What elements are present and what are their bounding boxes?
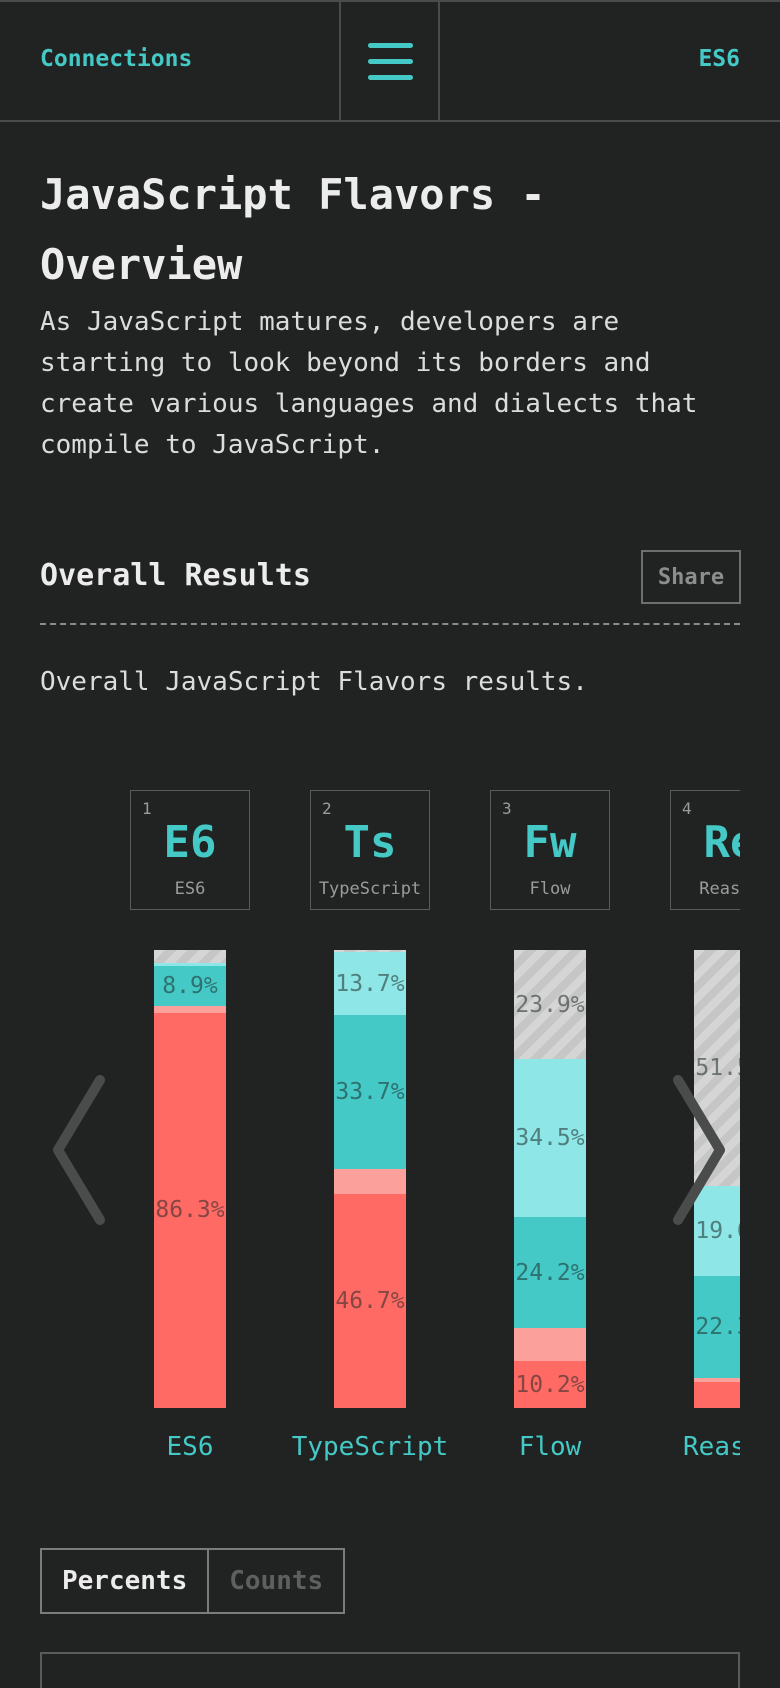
bar-segment[interactable]: 8.9% xyxy=(154,965,226,1007)
tile-name: ES6 xyxy=(174,879,206,899)
data-label: 33.7% xyxy=(335,1079,405,1106)
tile-abbreviation: Ts xyxy=(343,817,397,868)
bar-segment[interactable]: 86.3% xyxy=(154,1012,226,1408)
chevron-left-icon[interactable] xyxy=(50,1075,110,1225)
connections-link[interactable]: Connections xyxy=(40,46,192,72)
bar-segment[interactable]: 23.9% xyxy=(514,950,586,1060)
intro-text: As JavaScript matures, developers are st… xyxy=(40,307,698,460)
results-panel xyxy=(40,1652,740,1688)
data-label: 23.9% xyxy=(515,991,585,1018)
flavor-tile[interactable]: 4 Re Reason xyxy=(670,790,740,910)
stacked-bar-chart: 1 E6 ES6 8.9% 86.3% ES6 2 Ts TypeScript 13.7% 33.7… xyxy=(130,780,740,1480)
tile-rank: 1 xyxy=(142,799,152,818)
section-description: Overall JavaScript Flavors results. xyxy=(40,667,588,697)
bar-column: 8.9% 86.3% xyxy=(154,950,226,1408)
flavor-tile[interactable]: 3 Fw Flow xyxy=(490,790,610,910)
tile-rank: 4 xyxy=(682,799,692,818)
bar-segment[interactable] xyxy=(694,1381,740,1408)
share-button[interactable]: Share xyxy=(641,550,741,604)
tile-abbreviation: Re xyxy=(703,817,741,868)
flavor-tile[interactable]: 2 Ts TypeScript xyxy=(310,790,430,910)
percents-toggle[interactable]: Percents xyxy=(42,1550,210,1612)
tile-name: TypeScript xyxy=(318,879,422,899)
category-label[interactable]: ES6 xyxy=(130,1432,280,1462)
counts-toggle[interactable]: Counts xyxy=(209,1550,343,1612)
data-label: 24.2% xyxy=(515,1259,585,1286)
tile-name: Flow xyxy=(529,879,571,899)
category-label[interactable]: TypeScript xyxy=(280,1432,460,1462)
bar-column: 23.9% 34.5% 24.2% 10.2% xyxy=(514,950,586,1408)
category-label[interactable]: Reason xyxy=(640,1432,740,1462)
view-toggle: Percents Counts xyxy=(40,1548,346,1614)
tile-rank: 2 xyxy=(322,799,332,818)
menu-icon-middle xyxy=(368,59,413,64)
bar-segment[interactable]: 24.2% xyxy=(514,1217,586,1329)
bar-segment[interactable] xyxy=(334,1169,406,1195)
tile-name: Reason xyxy=(699,879,740,899)
bar-column: 13.7% 33.7% 46.7% xyxy=(334,950,406,1408)
tile-rank: 3 xyxy=(502,799,512,818)
menu-button[interactable] xyxy=(339,2,440,122)
menu-icon-bottom xyxy=(368,75,413,80)
data-label: 8.9% xyxy=(162,972,218,999)
tile-abbreviation: Fw xyxy=(523,817,577,868)
bar-segment[interactable]: 10.2% xyxy=(514,1361,586,1408)
bar-segment[interactable] xyxy=(154,950,226,963)
flavor-tile[interactable]: 1 E6 ES6 xyxy=(130,790,250,910)
tile-abbreviation: E6 xyxy=(163,817,217,868)
bar-segment[interactable]: 33.7% xyxy=(334,1015,406,1170)
bar-segment[interactable]: 22.3% xyxy=(694,1275,740,1378)
category-label[interactable]: Flow xyxy=(460,1432,640,1462)
es6-link[interactable]: ES6 xyxy=(698,46,740,72)
section-title: Overall Results xyxy=(40,558,311,593)
bar-segment[interactable]: 34.5% xyxy=(514,1059,586,1218)
data-label: 10.2% xyxy=(515,1371,585,1398)
data-label: 46.7% xyxy=(335,1288,405,1315)
bar-segment[interactable] xyxy=(514,1328,586,1362)
bar-segment[interactable]: 13.7% xyxy=(334,952,406,1016)
data-label: 34.5% xyxy=(515,1125,585,1152)
data-label: 86.3% xyxy=(155,1197,225,1224)
chevron-right-icon[interactable] xyxy=(668,1075,728,1225)
data-label: 13.7% xyxy=(335,970,405,997)
section-divider xyxy=(40,623,740,625)
menu-icon xyxy=(368,43,413,48)
page-title: JavaScript Flavors - Overview xyxy=(40,170,546,289)
top-navigation: Connections ES6 xyxy=(0,0,780,122)
data-label: 22.3% xyxy=(695,1313,740,1340)
bar-segment[interactable]: 46.7% xyxy=(334,1194,406,1408)
